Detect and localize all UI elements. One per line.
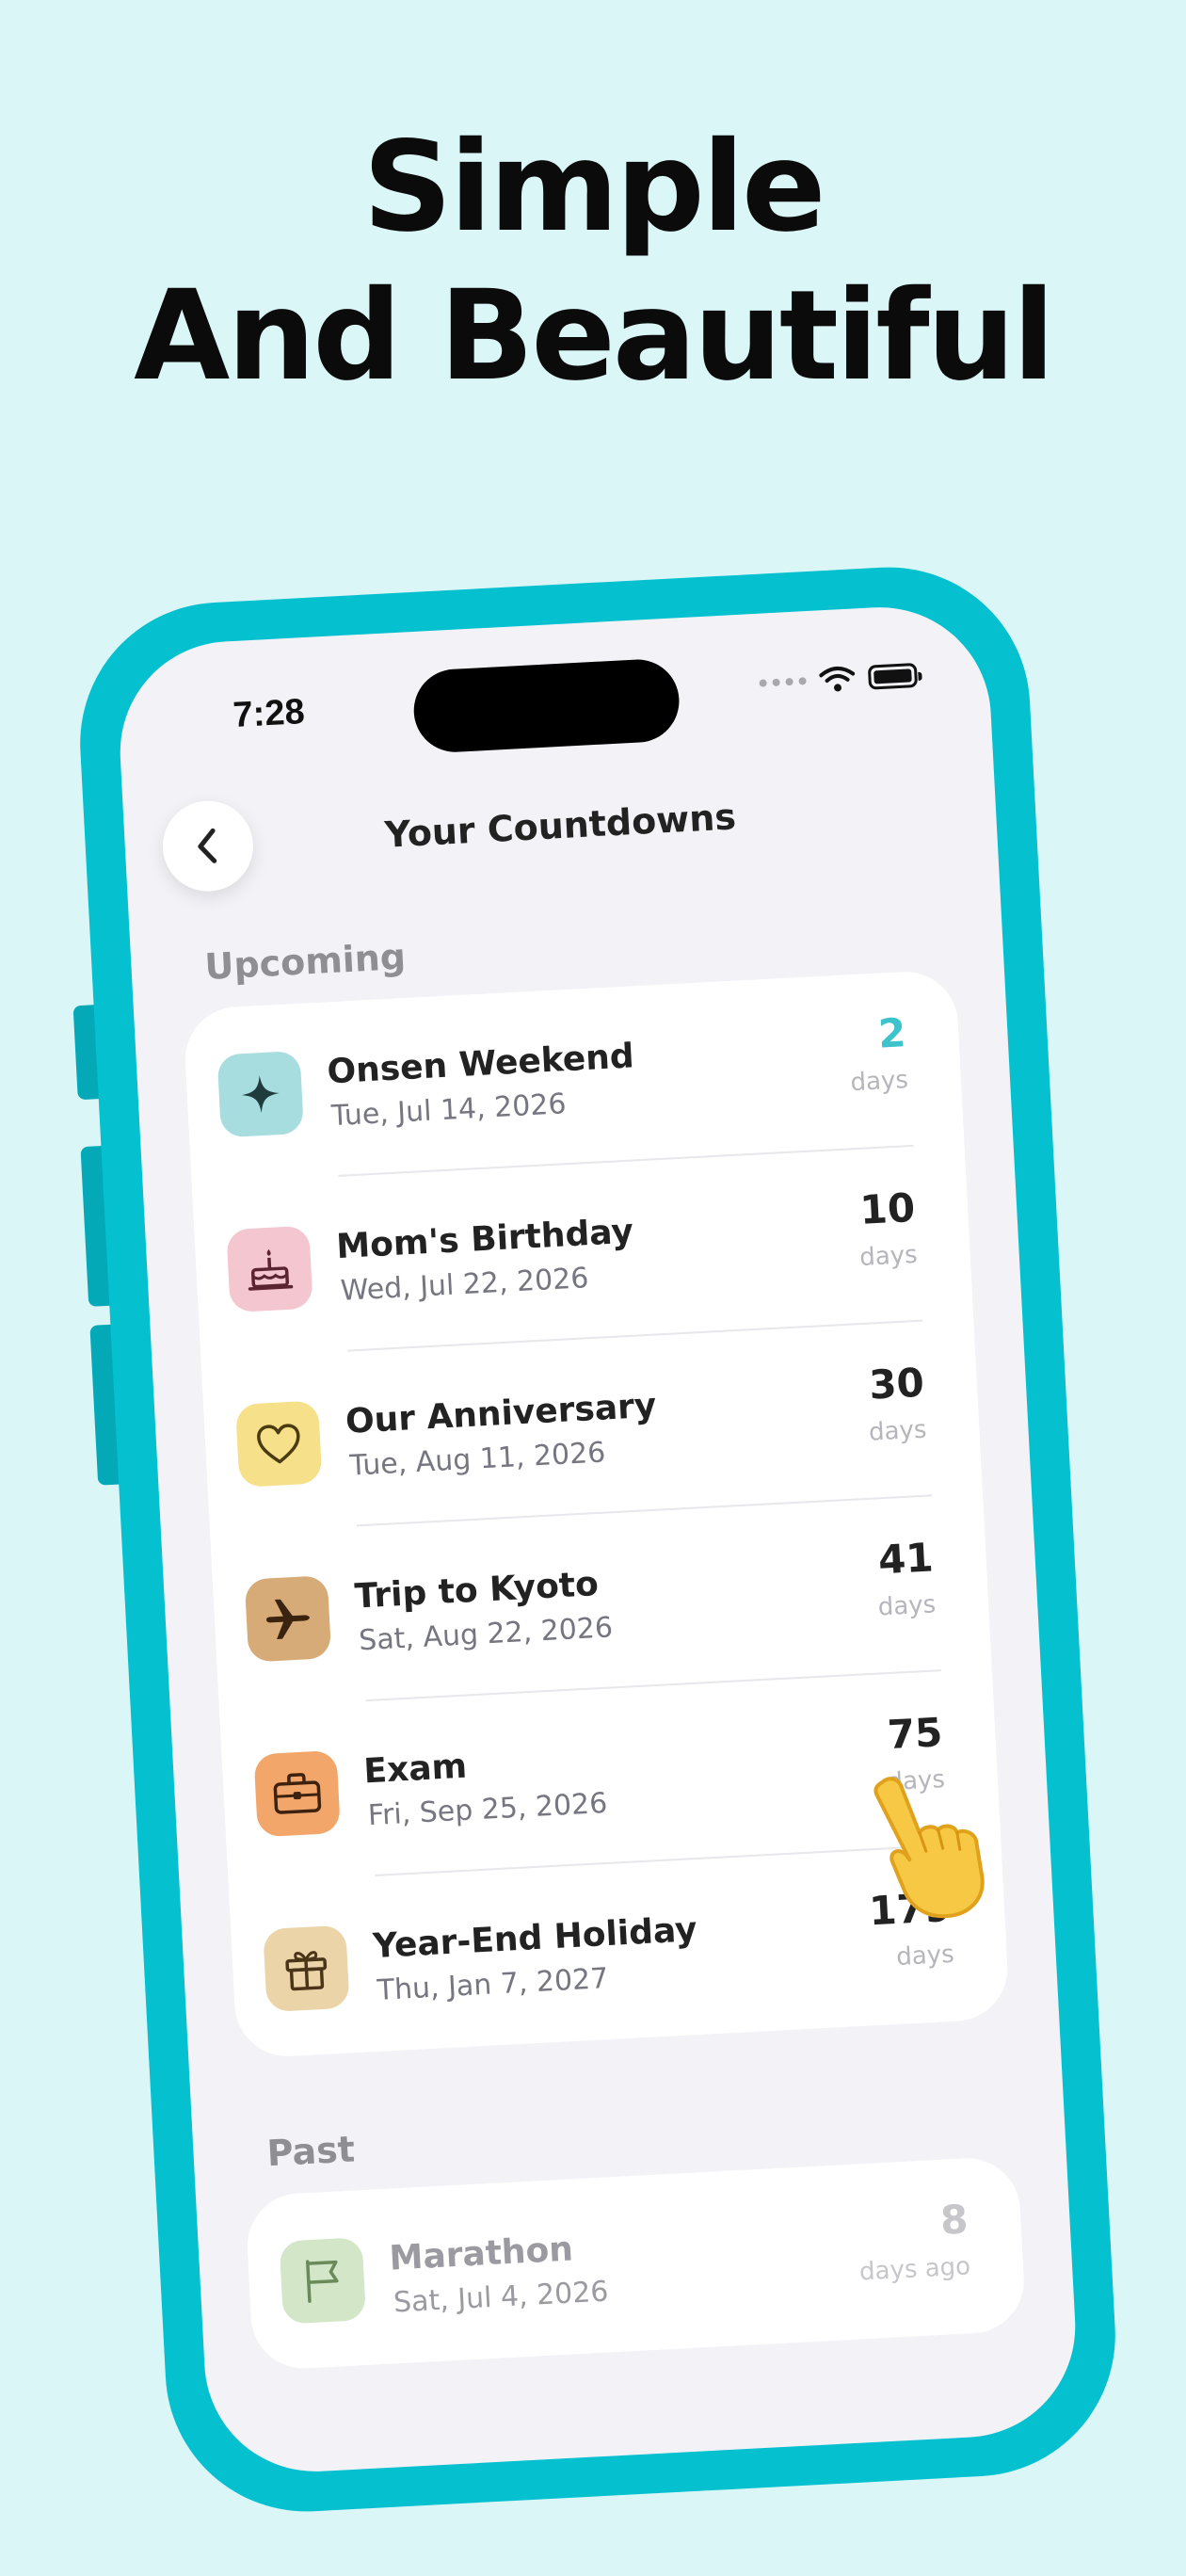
event-date: Tue, Jul 14, 2026 — [330, 1087, 568, 1134]
event-date: Tue, Aug 11, 2026 — [348, 1436, 607, 1483]
signal-icon — [759, 677, 807, 687]
days-count: 30 — [868, 1359, 926, 1409]
event-title: Onsen Weekend — [326, 1037, 635, 1092]
page-title: Your Countdowns — [383, 796, 737, 856]
app-screen: 7:28 Your Countdowns Upcoming Onsen Week… — [114, 602, 1082, 2477]
past-list: Marathon Sat, Jul 4, 2026 8 days ago — [244, 2155, 1027, 2372]
event-title: Mom's Birthday — [335, 1212, 634, 1267]
days-count: 2 — [876, 1009, 907, 1057]
days-label: days — [868, 1415, 928, 1447]
headline: Simple And Beautiful — [0, 113, 1186, 411]
dynamic-island — [411, 657, 681, 754]
headline-line-1: Simple — [362, 115, 825, 260]
section-title-past: Past — [265, 2128, 356, 2175]
event-title: Exam — [362, 1747, 469, 1792]
gift-icon — [263, 1924, 350, 2013]
event-title: Marathon — [388, 2230, 574, 2278]
days-label: days — [849, 1066, 909, 1098]
section-title-upcoming: Upcoming — [203, 935, 408, 988]
headline-line-2: And Beautiful — [134, 264, 1055, 409]
event-title: Our Anniversary — [345, 1386, 658, 1441]
airplane-icon — [244, 1575, 332, 1663]
event-date: Wed, Jul 22, 2026 — [339, 1262, 590, 1308]
event-title: Year-End Holiday — [372, 1910, 698, 1967]
days-ago-label: days ago — [858, 2252, 971, 2287]
sparkle-icon — [216, 1050, 305, 1138]
event-date: Sat, Jul 4, 2026 — [393, 2275, 610, 2320]
flag-icon — [279, 2237, 367, 2325]
days-count: 75 — [886, 1709, 944, 1759]
days-label: days — [895, 1940, 955, 1972]
days-label: days — [858, 1240, 919, 1273]
countdown-row[interactable]: Marathon Sat, Jul 4, 2026 8 days ago — [245, 2156, 1027, 2372]
briefcase-icon — [253, 1749, 341, 1838]
status-time: 7:28 — [232, 692, 306, 736]
event-date: Sat, Aug 22, 2026 — [358, 1611, 614, 1658]
promo-canvas: Simple And Beautiful 7:28 Your Countdown… — [0, 0, 1186, 2576]
days-count: 10 — [858, 1183, 917, 1233]
event-date: Fri, Sep 25, 2026 — [367, 1786, 609, 1833]
event-date: Thu, Jan 7, 2027 — [376, 1962, 610, 2007]
days-count: 41 — [876, 1534, 935, 1584]
cake-icon — [226, 1225, 313, 1313]
event-title: Trip to Kyoto — [353, 1565, 600, 1617]
wifi-icon — [819, 666, 856, 692]
status-icons — [759, 662, 919, 697]
heart-icon — [234, 1400, 323, 1488]
days-label: days — [877, 1590, 937, 1622]
days-count: 8 — [938, 2196, 970, 2244]
pointing-hand-icon — [873, 1777, 985, 1919]
phone-mockup: 7:28 Your Countdowns Upcoming Onsen Week… — [72, 559, 1123, 2520]
battery-icon — [867, 662, 919, 690]
